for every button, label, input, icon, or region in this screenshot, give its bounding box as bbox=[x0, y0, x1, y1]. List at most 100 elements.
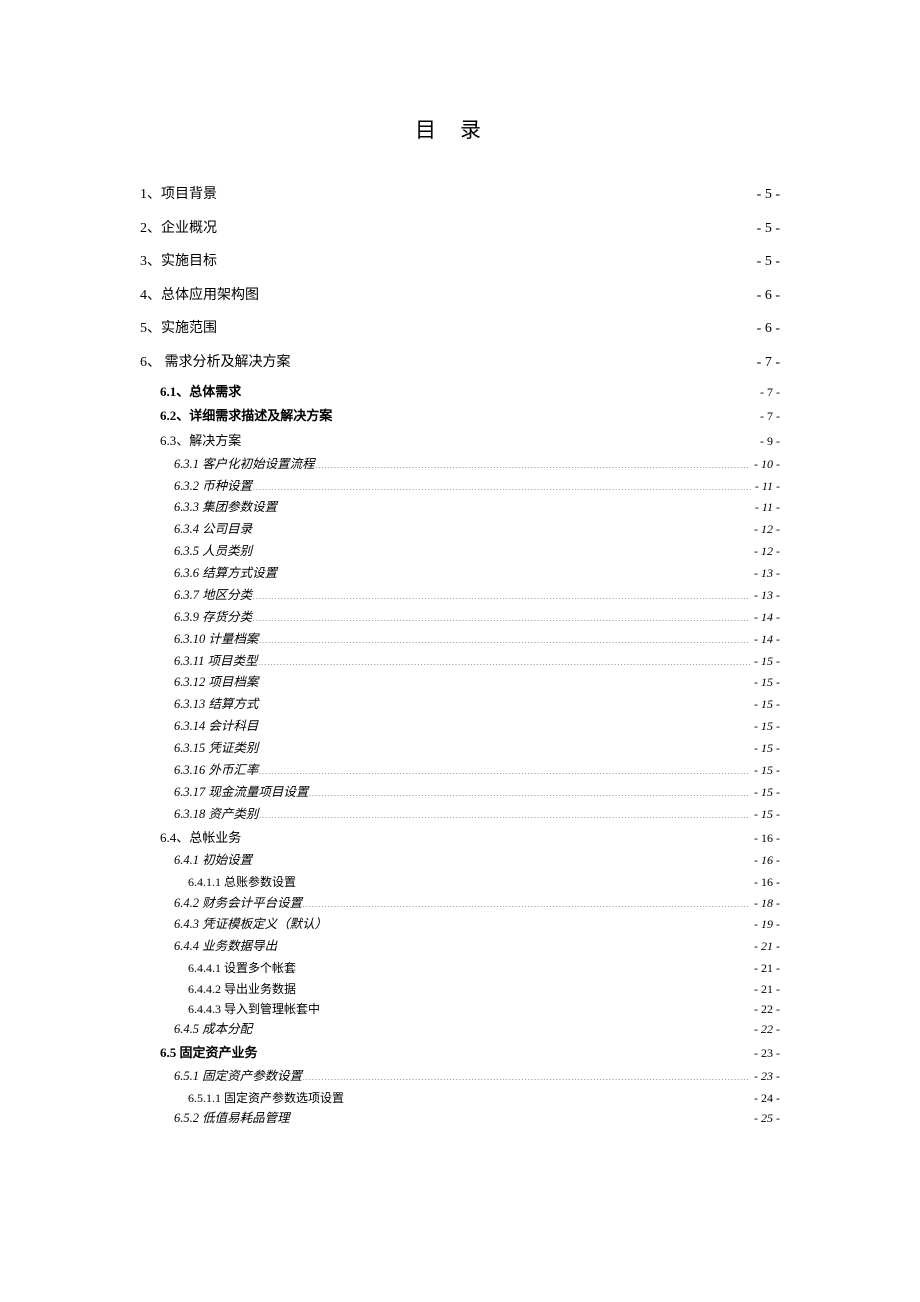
toc-label-text: 凭证类别 bbox=[205, 741, 258, 755]
toc-page-number: - 15 - bbox=[750, 804, 780, 825]
toc-leader-dots bbox=[258, 718, 750, 731]
toc-entry: 6.3.14 会计科目- 15 - bbox=[174, 716, 780, 738]
toc-label-text: 币种设置 bbox=[199, 479, 252, 493]
toc-label: 6.4.4.1 设置多个帐套 bbox=[188, 958, 296, 978]
toc-label: 6.4、总帐业务 bbox=[160, 826, 241, 851]
toc-entry: 6.3.2 币种设置 - 11 - bbox=[174, 476, 780, 498]
toc-page-number: - 14 - bbox=[750, 607, 780, 628]
toc-label-text: 现金流量项目设置 bbox=[205, 785, 308, 799]
toc-page-number: - 9 - bbox=[756, 430, 780, 453]
toc-entry: 6.3.13 结算方式- 15 - bbox=[174, 694, 780, 716]
toc-leader-dots bbox=[252, 543, 750, 556]
toc-label-text: 固定资产参数设置 bbox=[199, 1069, 302, 1083]
toc-entry: 6.4.4.1 设置多个帐套- 21 - bbox=[188, 958, 780, 978]
toc-leader-dots bbox=[302, 894, 750, 907]
toc-entry: 6.3.5 人员类别- 12 - bbox=[174, 541, 780, 563]
toc-leader-dots bbox=[277, 565, 750, 578]
toc-label: 6.3.10 计量档案 bbox=[174, 629, 258, 651]
toc-label-text: 公司目录 bbox=[199, 522, 252, 536]
toc-page-number: - 22 - bbox=[750, 999, 780, 1019]
toc-label: 6.3.11 项目类型 bbox=[174, 651, 257, 673]
toc-entry: 6.3.16 外币汇率- 15 - bbox=[174, 760, 780, 782]
toc-label-text: 初始设置 bbox=[199, 853, 252, 867]
toc-label-text: 需求分析及解决方案 bbox=[161, 355, 291, 370]
toc-label-text: 项目类型 bbox=[204, 654, 257, 668]
toc-entry: 6.5.1 固定资产参数设置- 23 - bbox=[174, 1066, 780, 1088]
toc-label-text: 实施目标 bbox=[161, 254, 217, 269]
toc-label-text: 总体需求 bbox=[189, 384, 241, 399]
toc-entry: 6.4.1 初始设置- 16 - bbox=[174, 850, 780, 872]
page-container: 目录 1、项目背景- 5 -2、企业概况- 5 -3、实施目标- 5 -4、总体… bbox=[0, 0, 920, 1210]
toc-label: 6.5 固定资产业务 bbox=[160, 1041, 258, 1066]
toc-label-text: 实施范围 bbox=[161, 321, 217, 336]
toc-page-number: - 7 - bbox=[753, 346, 780, 380]
toc-label: 6.4.4 业务数据导出 bbox=[174, 936, 277, 958]
toc-label: 6.3.6 结算方式设置 bbox=[174, 563, 277, 585]
toc-label: 6.3.18 资产类别 bbox=[174, 804, 258, 826]
toc-page-number: - 5 - bbox=[753, 245, 780, 279]
toc-leader-dots bbox=[241, 829, 750, 842]
toc-entry: 6.5.2 低值易耗品管理- 25 - bbox=[174, 1108, 780, 1130]
toc-leader-dots bbox=[252, 608, 750, 621]
toc-label-text: 固定资产参数选项设置 bbox=[221, 1091, 344, 1105]
toc-leader-dots bbox=[217, 184, 753, 198]
toc-label: 6.3、解决方案 bbox=[160, 429, 241, 454]
toc-entry: 2、企业概况- 5 - bbox=[140, 212, 780, 246]
toc-page-number: - 21 - bbox=[750, 979, 780, 999]
toc-label: 6.3.12 项目档案 bbox=[174, 672, 258, 694]
toc-page-number: - 18 - bbox=[750, 893, 780, 914]
toc-entry: 6.3.6 结算方式设置- 13 - bbox=[174, 563, 780, 585]
toc-label: 6.4.3 凭证模板定义（默认） bbox=[174, 914, 327, 936]
toc-entry: 6.3.1 客户化初始设置流程- 10 - bbox=[174, 454, 780, 476]
toc-page-number: - 16 - bbox=[750, 827, 780, 850]
toc-entry: 6.3.4 公司目录- 12 - bbox=[174, 519, 780, 541]
toc-label-text: 导入到管理帐套中 bbox=[221, 1002, 320, 1016]
toc-label: 6.3.2 币种设置 bbox=[174, 476, 252, 498]
toc-entry: 6.3.12 项目档案- 15 - bbox=[174, 672, 780, 694]
toc-label: 4、总体应用架构图 bbox=[140, 279, 259, 313]
toc-entry: 6.3.15 凭证类别- 15 - bbox=[174, 738, 780, 760]
toc-leader-dots bbox=[258, 1044, 750, 1057]
toc-page-number: - 11 - bbox=[751, 476, 780, 497]
toc-leader-dots bbox=[320, 1001, 750, 1013]
toc-page-number: - 5 - bbox=[753, 212, 780, 246]
toc-body: 1、项目背景- 5 -2、企业概况- 5 -3、实施目标- 5 -4、总体应用架… bbox=[140, 178, 780, 1130]
toc-leader-dots bbox=[332, 407, 756, 420]
toc-entry: 6.4.1.1 总账参数设置- 16 - bbox=[188, 872, 780, 892]
toc-entry: 6.1、总体需求- 7 - bbox=[160, 380, 780, 405]
toc-leader-dots bbox=[277, 499, 751, 512]
toc-label: 6.1、总体需求 bbox=[160, 380, 241, 405]
toc-label: 6.4.2 财务会计平台设置 bbox=[174, 893, 302, 915]
toc-label: 6.3.9 存货分类 bbox=[174, 607, 252, 629]
toc-label-text: 集团参数设置 bbox=[199, 500, 277, 514]
toc-entry: 6.3.3 集团参数设置- 11 - bbox=[174, 497, 780, 519]
toc-page-number: - 7 - bbox=[756, 405, 780, 428]
toc-leader-dots bbox=[291, 352, 753, 366]
toc-entry: 6.4.4 业务数据导出- 21 - bbox=[174, 936, 780, 958]
toc-label-text: 业务数据导出 bbox=[199, 939, 277, 953]
toc-label-text: 客户化初始设置流程 bbox=[199, 457, 315, 471]
toc-leader-dots bbox=[344, 1090, 750, 1102]
toc-page-number: - 15 - bbox=[750, 782, 780, 803]
toc-title: 目录 bbox=[140, 114, 780, 144]
toc-entry: 6、 需求分析及解决方案- 7 - bbox=[140, 346, 780, 380]
toc-label: 6.3.1 客户化初始设置流程 bbox=[174, 454, 315, 476]
toc-label: 6.3.16 外币汇率 bbox=[174, 760, 258, 782]
toc-label-text: 计量档案 bbox=[205, 632, 258, 646]
toc-page-number: - 12 - bbox=[750, 519, 780, 540]
toc-page-number: - 23 - bbox=[750, 1042, 780, 1065]
toc-page-number: - 24 - bbox=[750, 1088, 780, 1108]
toc-label: 6.5.2 低值易耗品管理 bbox=[174, 1108, 290, 1130]
toc-label-text: 项目档案 bbox=[205, 675, 258, 689]
toc-page-number: - 19 - bbox=[750, 914, 780, 935]
toc-label-text: 凭证模板定义（默认） bbox=[199, 917, 327, 931]
toc-label-text: 导出业务数据 bbox=[221, 982, 296, 996]
toc-label: 6.4.5 成本分配 bbox=[174, 1019, 252, 1041]
toc-entry: 6.4.4.3 导入到管理帐套中- 22 - bbox=[188, 999, 780, 1019]
toc-entry: 3、实施目标- 5 - bbox=[140, 245, 780, 279]
toc-page-number: - 15 - bbox=[750, 716, 780, 737]
toc-leader-dots bbox=[296, 874, 750, 886]
toc-leader-dots bbox=[296, 960, 750, 972]
toc-page-number: - 6 - bbox=[753, 279, 780, 313]
toc-entry: 6.3.18 资产类别 - 15 - bbox=[174, 804, 780, 826]
